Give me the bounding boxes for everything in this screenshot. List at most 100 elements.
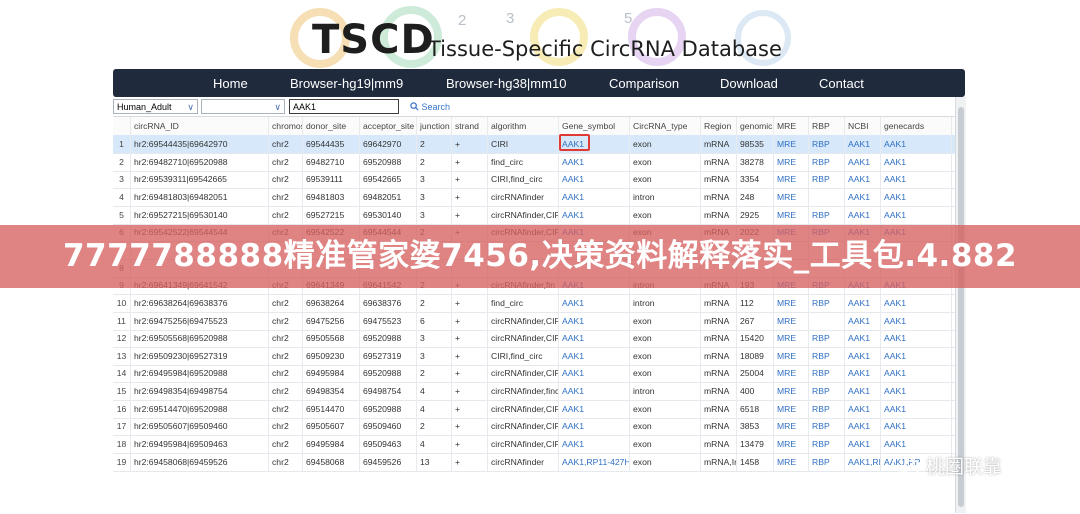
cell-genecards[interactable]: AAK1 (881, 417, 952, 436)
cell-rbp[interactable]: RBP (809, 417, 845, 436)
table-row[interactable]: 3 hr2:69539311|69542665 chr2 69539111 695426… (113, 170, 955, 190)
column-header-gene-symbol[interactable]: Gene_symbol (559, 117, 630, 135)
cell-genecards[interactable]: AAK1 (881, 152, 952, 171)
cell-ncbi[interactable]: AAK1 (845, 417, 881, 436)
cell-mre[interactable]: MRE (774, 152, 809, 171)
cell-gene-symbol[interactable]: AAK1 (559, 364, 630, 383)
cell-ncbi[interactable]: AAK1 (845, 135, 881, 153)
table-row[interactable]: 1 hr2:69544435|69642970 chr2 69544435 696429… (113, 135, 955, 154)
cell-rbp[interactable]: RBP (809, 293, 845, 312)
cell-rbp[interactable]: RBP (809, 364, 845, 383)
cell-rbp[interactable]: RBP (809, 170, 845, 189)
cell-rbp[interactable]: RBP (809, 205, 845, 224)
column-header-ncbi[interactable]: NCBI (845, 117, 881, 135)
cell-genecards[interactable]: AAK1 (881, 346, 952, 365)
cell-rbp[interactable]: RBP (809, 399, 845, 418)
cell-rbp[interactable]: RBP (809, 135, 845, 153)
cell-genecards[interactable]: AAK1 (881, 399, 952, 418)
cell-rbp[interactable] (809, 311, 845, 330)
cell-mre[interactable]: MRE (774, 187, 809, 206)
cell-gene-symbol[interactable]: AAK1 (559, 382, 630, 401)
site-logo[interactable]: TSCD (312, 17, 435, 63)
table-row[interactable]: 10 hr2:69638264|69638376 chr2 69638264 69638… (113, 293, 955, 313)
table-row[interactable]: 4 hr2:69481803|69482051 chr2 69481803 694820… (113, 187, 955, 207)
cell-gene-symbol[interactable]: AAK1,RP11-427H3 (559, 452, 630, 471)
table-row[interactable]: 18 hr2:69495984|69509463 chr2 69495984 69509… (113, 435, 955, 455)
cell-ncbi[interactable]: AAK1 (845, 293, 881, 312)
search-button[interactable]: Search (410, 102, 450, 112)
cell-mre[interactable]: MRE (774, 205, 809, 224)
table-row[interactable]: 2 hr2:69482710|69520988 chr2 69482710 695209… (113, 152, 955, 172)
cell-ncbi[interactable]: AAK1 (845, 205, 881, 224)
cell-ncbi[interactable]: AAK1 (845, 382, 881, 401)
nav-download[interactable]: Download (720, 76, 778, 91)
table-row[interactable]: 11 hr2:69475256|69475523 chr2 69475256 69475… (113, 311, 955, 331)
cell-gene-symbol[interactable]: AAK1 (559, 346, 630, 365)
cell-gene-symbol[interactable]: AAK1 (559, 417, 630, 436)
column-header-mre[interactable]: MRE (774, 117, 809, 135)
column-header-circrna-id[interactable]: circRNA_ID (131, 117, 269, 135)
column-header-rbp[interactable]: RBP (809, 117, 845, 135)
cell-ncbi[interactable]: AAK1 (845, 346, 881, 365)
column-header-genecards[interactable]: genecards (881, 117, 952, 135)
table-row[interactable]: 13 hr2:69509230|69527319 chr2 69509230 69527… (113, 346, 955, 366)
cell-genecards[interactable]: AAK1 (881, 329, 952, 348)
column-header-acceptor-site[interactable]: acceptor_site (360, 117, 417, 135)
cell-rbp[interactable]: RBP (809, 329, 845, 348)
scrollbar-thumb[interactable] (958, 107, 964, 507)
column-header-donor-site[interactable]: donor_site (303, 117, 360, 135)
cell-ncbi[interactable]: AAK1 (845, 170, 881, 189)
cell-rbp[interactable]: RBP (809, 435, 845, 454)
column-header-chromosome[interactable]: chromos (269, 117, 303, 135)
cell-gene-symbol[interactable]: AAK1 (559, 311, 630, 330)
cell-genecards[interactable]: AAK1 (881, 311, 952, 330)
cell-genecards[interactable]: AAK1 (881, 382, 952, 401)
cell-genecards[interactable]: AAK1 (881, 170, 952, 189)
table-row[interactable]: 19 hr2:69458068|69459526 chr2 69458068 69459… (113, 452, 955, 472)
cell-ncbi[interactable]: AAK1 (845, 435, 881, 454)
cell-ncbi[interactable]: AAK1 (845, 187, 881, 206)
cell-rbp[interactable] (809, 187, 845, 206)
cell-mre[interactable]: MRE (774, 364, 809, 383)
table-row[interactable]: 14 hr2:69495984|69520988 chr2 69495984 69520… (113, 364, 955, 384)
sample-select[interactable]: Human_Adult ∨ (113, 99, 198, 114)
cell-ncbi[interactable]: AAK1 (845, 311, 881, 330)
nav-contact[interactable]: Contact (819, 76, 864, 91)
cell-rbp[interactable]: RBP (809, 152, 845, 171)
cell-ncbi[interactable]: AAK1 (845, 152, 881, 171)
table-row[interactable]: 12 hr2:69505568|69520988 chr2 69505568 69520… (113, 329, 955, 349)
column-header-junction[interactable]: junction (417, 117, 452, 135)
cell-gene-symbol[interactable]: AAK1 (559, 435, 630, 454)
cell-rbp[interactable]: RBP (809, 382, 845, 401)
column-header-algorithm[interactable]: algorithm (488, 117, 559, 135)
column-header-region[interactable]: Region (701, 117, 737, 135)
cell-mre[interactable]: MRE (774, 135, 809, 153)
cell-genecards[interactable]: AAK1 (881, 187, 952, 206)
cell-gene-symbol[interactable]: AAK1 (559, 205, 630, 224)
cell-mre[interactable]: MRE (774, 435, 809, 454)
cell-gene-symbol[interactable]: AAK1 (559, 329, 630, 348)
column-header-circrna-type[interactable]: CircRNA_type (630, 117, 701, 135)
cell-gene-symbol[interactable]: AAK1 (559, 399, 630, 418)
cell-mre[interactable]: MRE (774, 417, 809, 436)
cell-mre[interactable]: MRE (774, 346, 809, 365)
table-row[interactable]: 15 hr2:69498354|69498754 chr2 69498354 69498… (113, 382, 955, 402)
cell-gene-symbol[interactable]: AAK1 (559, 170, 630, 189)
cell-mre[interactable]: MRE (774, 293, 809, 312)
cell-rbp[interactable]: RBP (809, 452, 845, 471)
cell-ncbi[interactable]: AAK1 (845, 399, 881, 418)
cell-genecards[interactable]: AAK1 (881, 205, 952, 224)
cell-mre[interactable]: MRE (774, 311, 809, 330)
table-row[interactable]: 16 hr2:69514470|69520988 chr2 69514470 69520… (113, 399, 955, 419)
column-header-genomic[interactable]: genomic (737, 117, 774, 135)
nav-comparison[interactable]: Comparison (609, 76, 679, 91)
search-input[interactable] (289, 99, 399, 114)
table-row[interactable]: 5 hr2:69527215|69530140 chr2 69527215 695301… (113, 205, 955, 225)
cell-genecards[interactable]: AAK1 (881, 364, 952, 383)
cell-ncbi[interactable]: AAK1,RP (845, 452, 881, 471)
cell-mre[interactable]: MRE (774, 382, 809, 401)
nav-browser-hg38[interactable]: Browser-hg38|mm10 (446, 76, 566, 91)
secondary-select[interactable]: ∨ (201, 99, 285, 114)
cell-gene-symbol[interactable]: AAK1 (559, 293, 630, 312)
nav-browser-hg19[interactable]: Browser-hg19|mm9 (290, 76, 403, 91)
